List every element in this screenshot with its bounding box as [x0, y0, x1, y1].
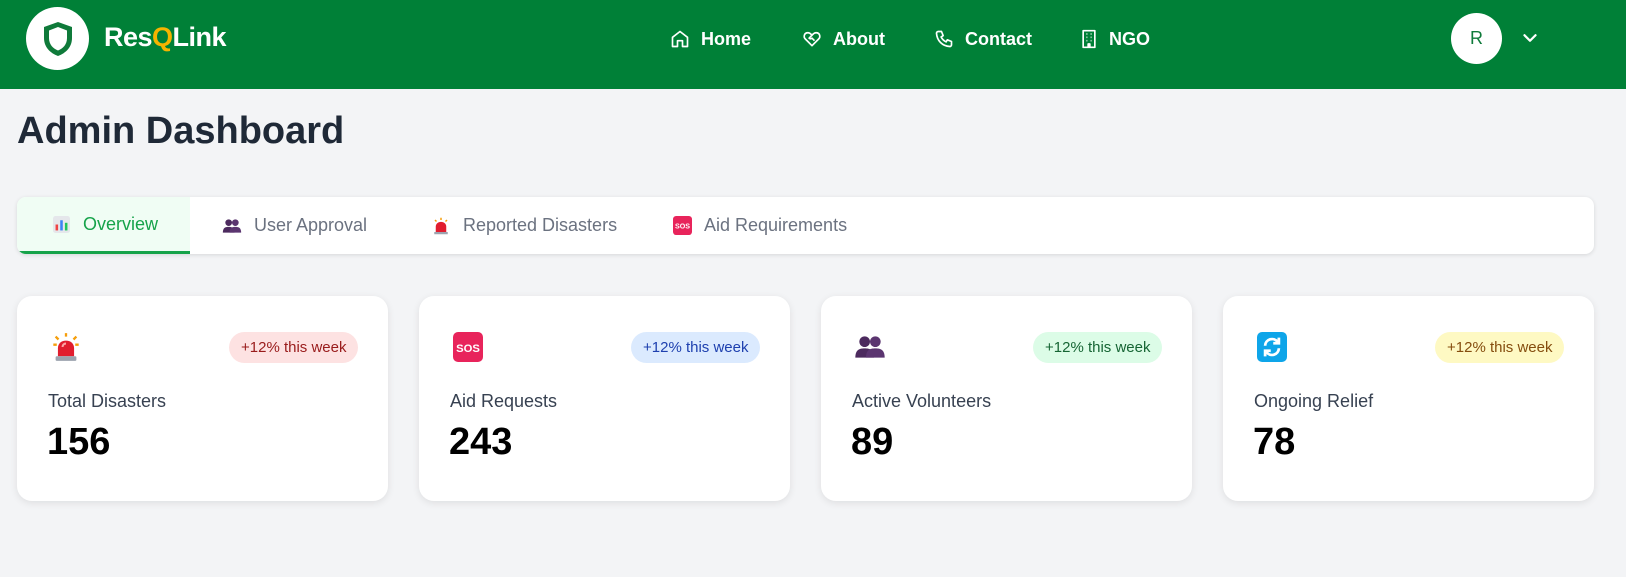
- svg-text:SOS: SOS: [674, 223, 689, 231]
- sos-emoji-icon: SOS: [451, 330, 485, 364]
- tab-user-approval-label: User Approval: [254, 215, 368, 235]
- stat-value: 156: [47, 421, 111, 463]
- people-emoji-icon: [853, 330, 887, 364]
- stat-label: Total Disasters: [48, 391, 167, 411]
- siren-emoji-icon: [431, 216, 451, 236]
- stat-label: Aid Requests: [450, 391, 558, 411]
- brand-q: Q: [152, 22, 173, 52]
- logo[interactable]: [26, 7, 89, 70]
- stat-card-aid-requests: SOS +12% this week Aid Requests 243: [419, 296, 790, 501]
- trend-badge: +12% this week: [229, 332, 359, 363]
- tab-aid-requirements-label: Aid Requirements: [704, 215, 848, 235]
- tab-overview-label: Overview: [83, 213, 159, 234]
- heart-handshake-icon: [803, 31, 821, 47]
- chevron-down-icon[interactable]: [1519, 27, 1541, 49]
- nav-ngo-label: NGO: [1109, 28, 1151, 49]
- building-icon: [1082, 29, 1096, 49]
- tab-reported-disasters-label: Reported Disasters: [463, 215, 618, 235]
- shield-icon: [43, 21, 72, 56]
- nav-contact-label: Contact: [965, 28, 1032, 49]
- tab-bar: Overview User Approval Reported Disaster…: [17, 197, 1594, 254]
- stat-value: 243: [449, 421, 513, 463]
- stat-value: 78: [1253, 421, 1296, 463]
- nav-about-label: About: [833, 28, 885, 49]
- refresh-emoji-icon: [1255, 330, 1289, 364]
- nav-ngo[interactable]: NGO: [1080, 25, 1150, 53]
- svg-text:SOS: SOS: [456, 343, 480, 355]
- nav-home[interactable]: Home: [670, 25, 751, 53]
- siren-emoji-icon: [49, 330, 83, 364]
- sos-emoji-icon: SOS: [672, 216, 692, 236]
- brand-suffix: Link: [172, 22, 227, 52]
- people-emoji-icon: [222, 216, 242, 236]
- phone-icon: [935, 30, 953, 48]
- trend-badge: +12% this week: [1033, 332, 1163, 363]
- brand-name[interactable]: ResQLink: [104, 22, 227, 53]
- stat-label: Active Volunteers: [852, 391, 992, 411]
- brand-prefix: Res: [104, 22, 153, 52]
- tab-aid-requirements[interactable]: SOS Aid Requirements: [672, 197, 847, 254]
- home-icon: [671, 30, 689, 48]
- trend-badge: +12% this week: [1435, 332, 1565, 363]
- tab-reported-disasters[interactable]: Reported Disasters: [431, 197, 617, 254]
- stat-card-active-volunteers: +12% this week Active Volunteers 89: [821, 296, 1192, 501]
- navbar: ResQLink Home About Contact NGO R: [0, 0, 1626, 89]
- stat-value: 89: [851, 421, 894, 463]
- nav-home-label: Home: [701, 28, 752, 49]
- nav-contact[interactable]: Contact: [934, 25, 1032, 53]
- bar-chart-emoji-icon: [51, 214, 71, 234]
- stat-label: Ongoing Relief: [1254, 391, 1374, 411]
- trend-badge: +12% this week: [631, 332, 761, 363]
- stat-card-ongoing-relief: +12% this week Ongoing Relief 78: [1223, 296, 1594, 501]
- page-title: Admin Dashboard: [17, 110, 345, 152]
- stat-card-total-disasters: +12% this week Total Disasters 156: [17, 296, 388, 501]
- tab-user-approval[interactable]: User Approval: [222, 197, 367, 254]
- tab-overview[interactable]: Overview: [17, 197, 190, 254]
- nav-about[interactable]: About: [802, 25, 885, 53]
- user-avatar[interactable]: R: [1451, 13, 1502, 64]
